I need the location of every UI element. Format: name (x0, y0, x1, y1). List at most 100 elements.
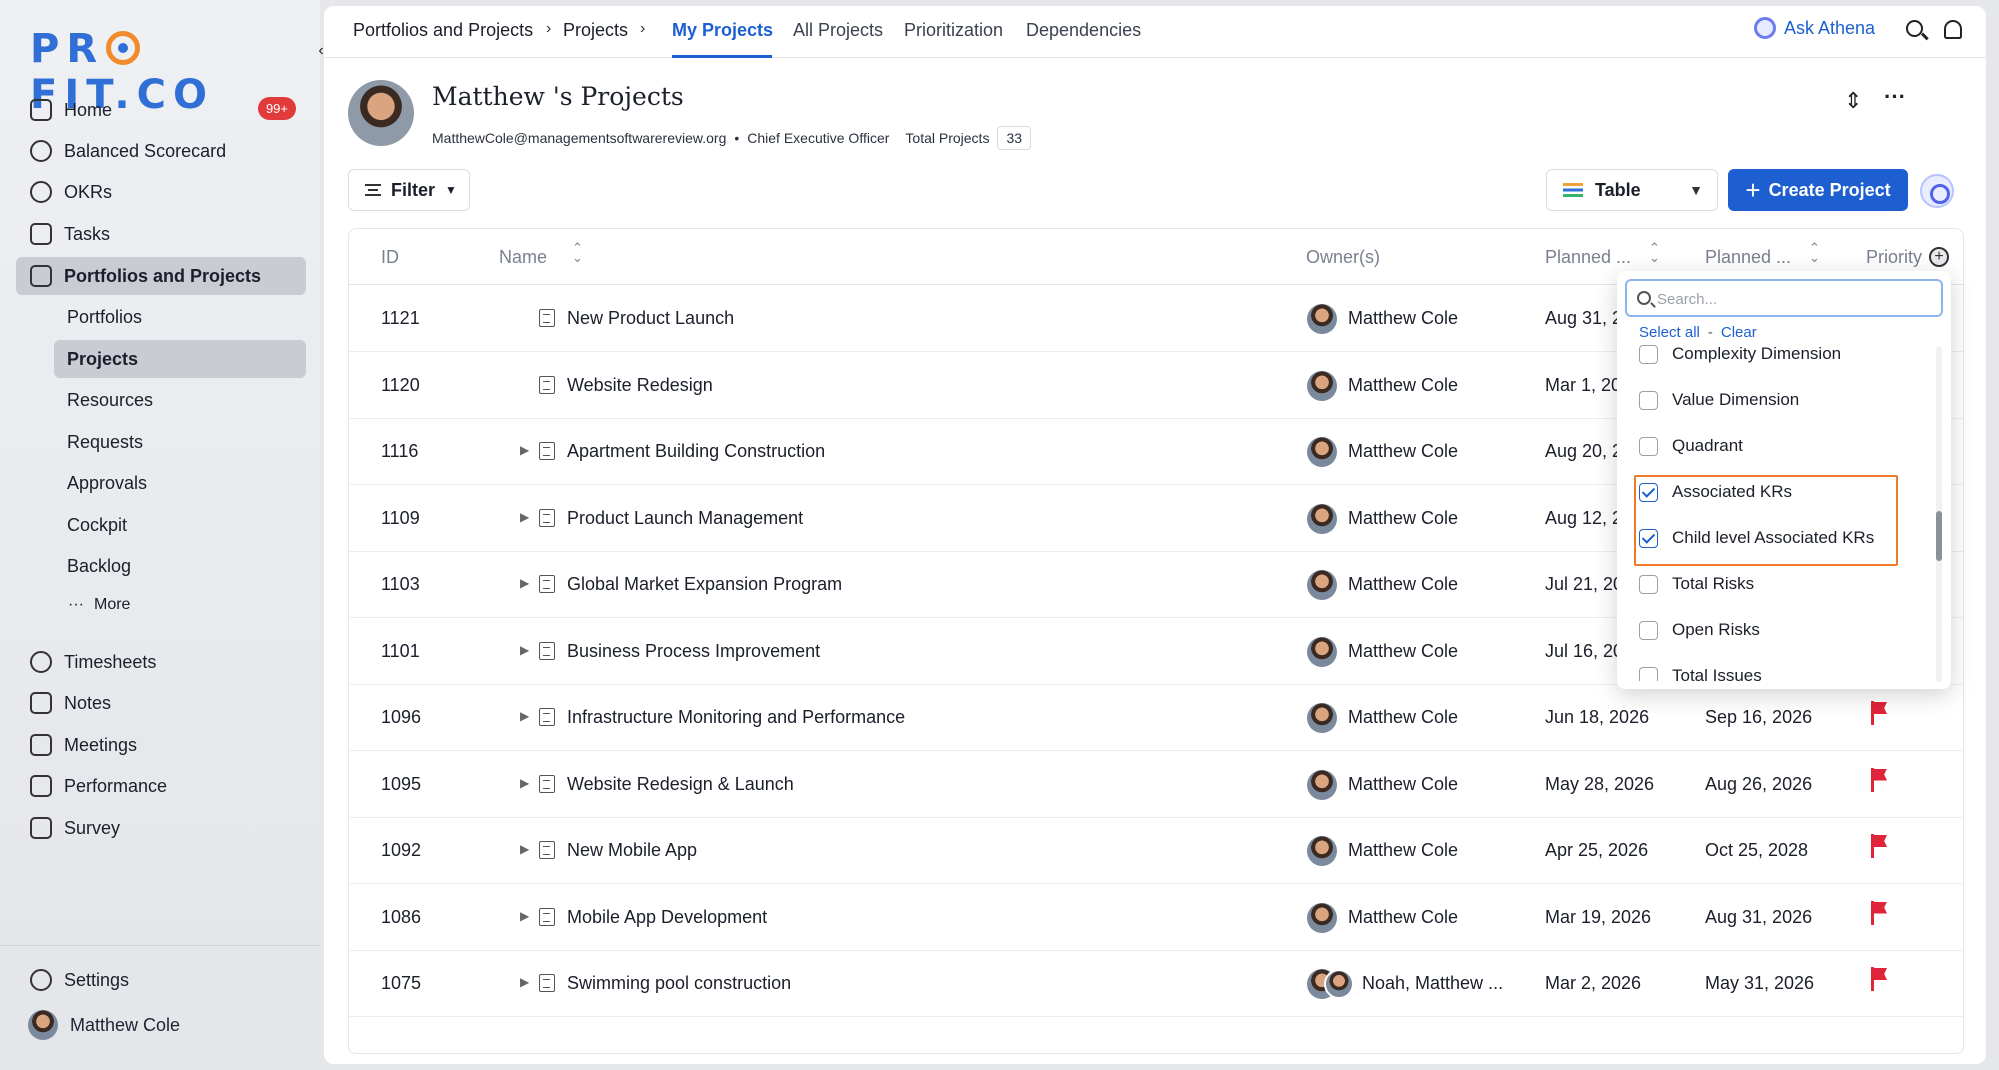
sort-icon[interactable]: ⌃ ⌄ (1649, 241, 1660, 264)
tab-all-projects[interactable]: All Projects (793, 20, 883, 41)
sidebar-sub-resources[interactable]: Resources (54, 381, 306, 419)
table-row[interactable]: 1086 ▶ Mobile App Development Matthew Cole M… (349, 885, 1963, 951)
table-row[interactable]: 1095 ▶ Website Redesign & Launch Matthew Co… (349, 752, 1963, 818)
project-name[interactable]: Product Launch Management (567, 508, 803, 529)
column-option[interactable]: Value Dimension (1639, 382, 1799, 418)
column-header-priority[interactable]: Priority (1866, 247, 1922, 268)
project-name[interactable]: Website Redesign (567, 375, 713, 396)
more-options-icon[interactable]: ··· (1884, 84, 1906, 110)
scrollbar[interactable] (1936, 346, 1942, 682)
sidebar-item-portfolios-and-projects[interactable]: Portfolios and Projects (16, 257, 306, 295)
expand-row-icon[interactable]: ▶ (520, 776, 529, 790)
sidebar-item-performance[interactable]: Performance (16, 767, 306, 805)
checkbox[interactable] (1639, 436, 1658, 456)
sidebar-item-settings[interactable]: Settings (16, 961, 306, 999)
project-name[interactable]: Mobile App Development (567, 907, 767, 928)
breadcrumb-portfolios-and-projects[interactable]: Portfolios and Projects (353, 20, 533, 41)
project-doc-icon (539, 841, 555, 859)
sidebar-item-tasks[interactable]: Tasks (16, 215, 306, 253)
create-project-label: Create Project (1768, 179, 1891, 200)
sidebar-more[interactable]: ··· More (68, 596, 130, 614)
view-select[interactable]: Table ▼ (1546, 169, 1718, 211)
column-header-planned-start[interactable]: Planned ... (1545, 247, 1631, 268)
sidebar-sub-requests[interactable]: Requests (54, 423, 306, 461)
checkbox[interactable] (1639, 344, 1658, 364)
sidebar-sub-approvals[interactable]: Approvals (54, 464, 306, 502)
sidebar-item-okrs[interactable]: OKRs (16, 173, 306, 211)
expand-row-icon[interactable]: ▶ (520, 909, 529, 923)
tab-prioritization[interactable]: Prioritization (904, 20, 1003, 41)
tab-my-projects[interactable]: My Projects (672, 20, 773, 41)
sidebar-sub-cockpit[interactable]: Cockpit (54, 506, 306, 544)
project-name[interactable]: Swimming pool construction (567, 973, 791, 994)
column-header-planned-end[interactable]: Planned ... (1705, 247, 1791, 268)
breadcrumb-projects[interactable]: Projects (563, 20, 628, 41)
sidebar-item-survey[interactable]: Survey (16, 809, 306, 847)
sort-icon[interactable]: ⌃ ⌄ (572, 241, 583, 264)
table-row[interactable]: 1096 ▶ Infrastructure Monitoring and Perfo… (349, 685, 1963, 751)
filter-button[interactable]: Filter ▼ (348, 169, 470, 211)
table-row[interactable]: 1092 ▶ New Mobile App Matthew Cole Apr 25, 2… (349, 818, 1963, 884)
expand-row-icon[interactable]: ▶ (520, 443, 529, 457)
project-name[interactable]: Apartment Building Construction (567, 441, 825, 462)
sidebar-item-label: Timesheets (64, 651, 157, 672)
expand-row-icon[interactable]: ▶ (520, 709, 529, 723)
checkbox[interactable] (1639, 574, 1658, 594)
column-option[interactable]: Total Risks (1639, 566, 1754, 602)
column-option-label: Quadrant (1672, 436, 1743, 455)
checkbox[interactable] (1639, 620, 1658, 640)
column-header-id[interactable]: ID (381, 247, 399, 268)
sidebar-item-notes[interactable]: Notes (16, 684, 306, 722)
project-name[interactable]: New Mobile App (567, 840, 697, 861)
project-id: 1103 (381, 574, 420, 594)
clear-link[interactable]: Clear (1721, 324, 1757, 341)
sidebar-item-home[interactable]: Home 99+ (16, 91, 306, 129)
column-option[interactable]: Quadrant (1639, 428, 1743, 464)
scrollbar-thumb[interactable] (1936, 511, 1942, 561)
column-option[interactable]: Total Issues (1639, 658, 1762, 681)
project-name[interactable]: Website Redesign & Launch (567, 774, 794, 795)
planned-start-date: Aug 31, 2 (1545, 308, 1623, 328)
column-header-owners[interactable]: Owner(s) (1306, 247, 1380, 268)
expand-row-icon[interactable]: ▶ (520, 510, 529, 524)
select-all-link[interactable]: Select all (1639, 324, 1700, 341)
project-name[interactable]: Infrastructure Monitoring and Performanc… (567, 707, 905, 728)
project-name[interactable]: Business Process Improvement (567, 641, 820, 662)
sidebar-item-label: Survey (64, 817, 121, 838)
sidebar-item-meetings[interactable]: Meetings (16, 726, 306, 764)
project-name[interactable]: New Product Launch (567, 308, 734, 329)
column-search-field[interactable] (1625, 279, 1943, 317)
expand-row-icon[interactable]: ▶ (520, 576, 529, 590)
owner-avatar (1307, 370, 1337, 401)
current-user[interactable]: Matthew Cole (28, 1010, 180, 1040)
column-option[interactable]: Complexity Dimension (1639, 343, 1841, 372)
sidebar-item-balanced-scorecard[interactable]: Balanced Scorecard (16, 132, 306, 170)
table-row[interactable]: 1075 ▶ Swimming pool construction Noah, Mat… (349, 951, 1963, 1017)
ai-assistant-icon[interactable] (1920, 174, 1954, 208)
project-doc-icon (539, 508, 555, 527)
add-column-icon[interactable]: + (1929, 247, 1949, 267)
column-search-input[interactable] (1657, 287, 1937, 311)
expand-row-icon[interactable]: ▶ (520, 975, 529, 989)
bell-icon[interactable] (1944, 20, 1966, 42)
ask-athena-button[interactable]: Ask Athena (1754, 17, 1875, 39)
search-icon[interactable] (1906, 20, 1928, 42)
expand-row-icon[interactable]: ▶ (520, 842, 529, 856)
expand-collapse-icon[interactable]: ⇕ (1844, 88, 1862, 114)
sidebar-sub-backlog[interactable]: Backlog (54, 547, 306, 585)
sidebar-item-timesheets[interactable]: Timesheets (16, 643, 306, 681)
sidebar-sub-portfolios[interactable]: Portfolios (54, 298, 306, 336)
column-option[interactable]: Open Risks (1639, 612, 1760, 648)
column-header-name[interactable]: Name (499, 247, 547, 268)
sort-icon[interactable]: ⌃ ⌄ (1809, 241, 1820, 264)
expand-row-icon[interactable]: ▶ (520, 643, 529, 657)
sidebar-sub-projects[interactable]: Projects (54, 340, 306, 378)
checkbox[interactable] (1639, 390, 1658, 410)
project-id: 1075 (381, 973, 422, 993)
project-name[interactable]: Global Market Expansion Program (567, 574, 842, 595)
checkbox[interactable] (1639, 666, 1658, 681)
tab-dependencies[interactable]: Dependencies (1026, 20, 1141, 41)
planned-end-date: Aug 31, 2026 (1705, 906, 1813, 927)
create-project-button[interactable]: + Create Project (1728, 169, 1908, 211)
owner-avatar (1324, 969, 1354, 999)
